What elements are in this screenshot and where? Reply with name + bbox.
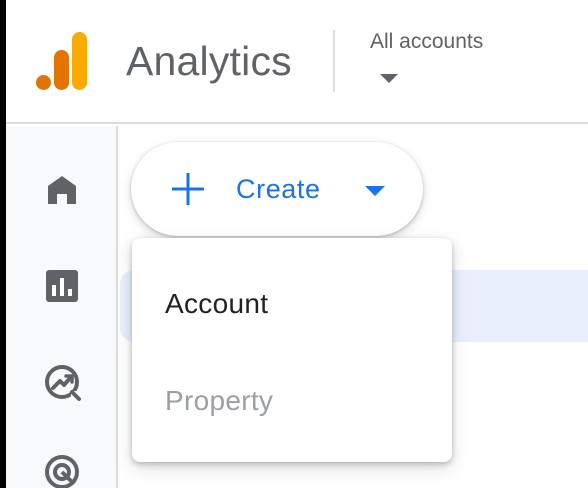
analytics-page: Analytics All accounts Create Account Pr… — [0, 0, 588, 488]
create-button-label: Create — [236, 174, 321, 204]
nav-rail — [6, 126, 118, 488]
create-button[interactable]: Create — [131, 142, 423, 236]
header-divider — [333, 30, 335, 92]
menu-item-property: Property — [132, 351, 452, 447]
menu-item-account[interactable]: Account — [132, 254, 452, 350]
nav-home[interactable] — [42, 170, 82, 210]
reports-icon — [46, 270, 78, 302]
menu-item-label: Account — [165, 288, 269, 319]
nav-explore[interactable] — [42, 362, 82, 402]
menu-item-label: Property — [165, 385, 274, 416]
caret-down-icon — [380, 74, 398, 83]
analytics-logo-icon[interactable] — [36, 32, 90, 90]
create-menu: Account Property — [132, 238, 452, 462]
app-header: Analytics All accounts — [6, 0, 588, 124]
product-name: Analytics — [126, 38, 292, 84]
explore-icon — [45, 365, 81, 401]
advertising-icon — [45, 455, 79, 488]
caret-down-icon — [365, 186, 385, 196]
nav-advertising[interactable] — [42, 452, 82, 488]
account-picker-label: All accounts — [370, 30, 484, 53]
home-icon — [48, 176, 76, 204]
nav-reports[interactable] — [42, 266, 82, 306]
plus-icon — [172, 173, 204, 205]
account-picker[interactable]: All accounts — [370, 30, 520, 90]
